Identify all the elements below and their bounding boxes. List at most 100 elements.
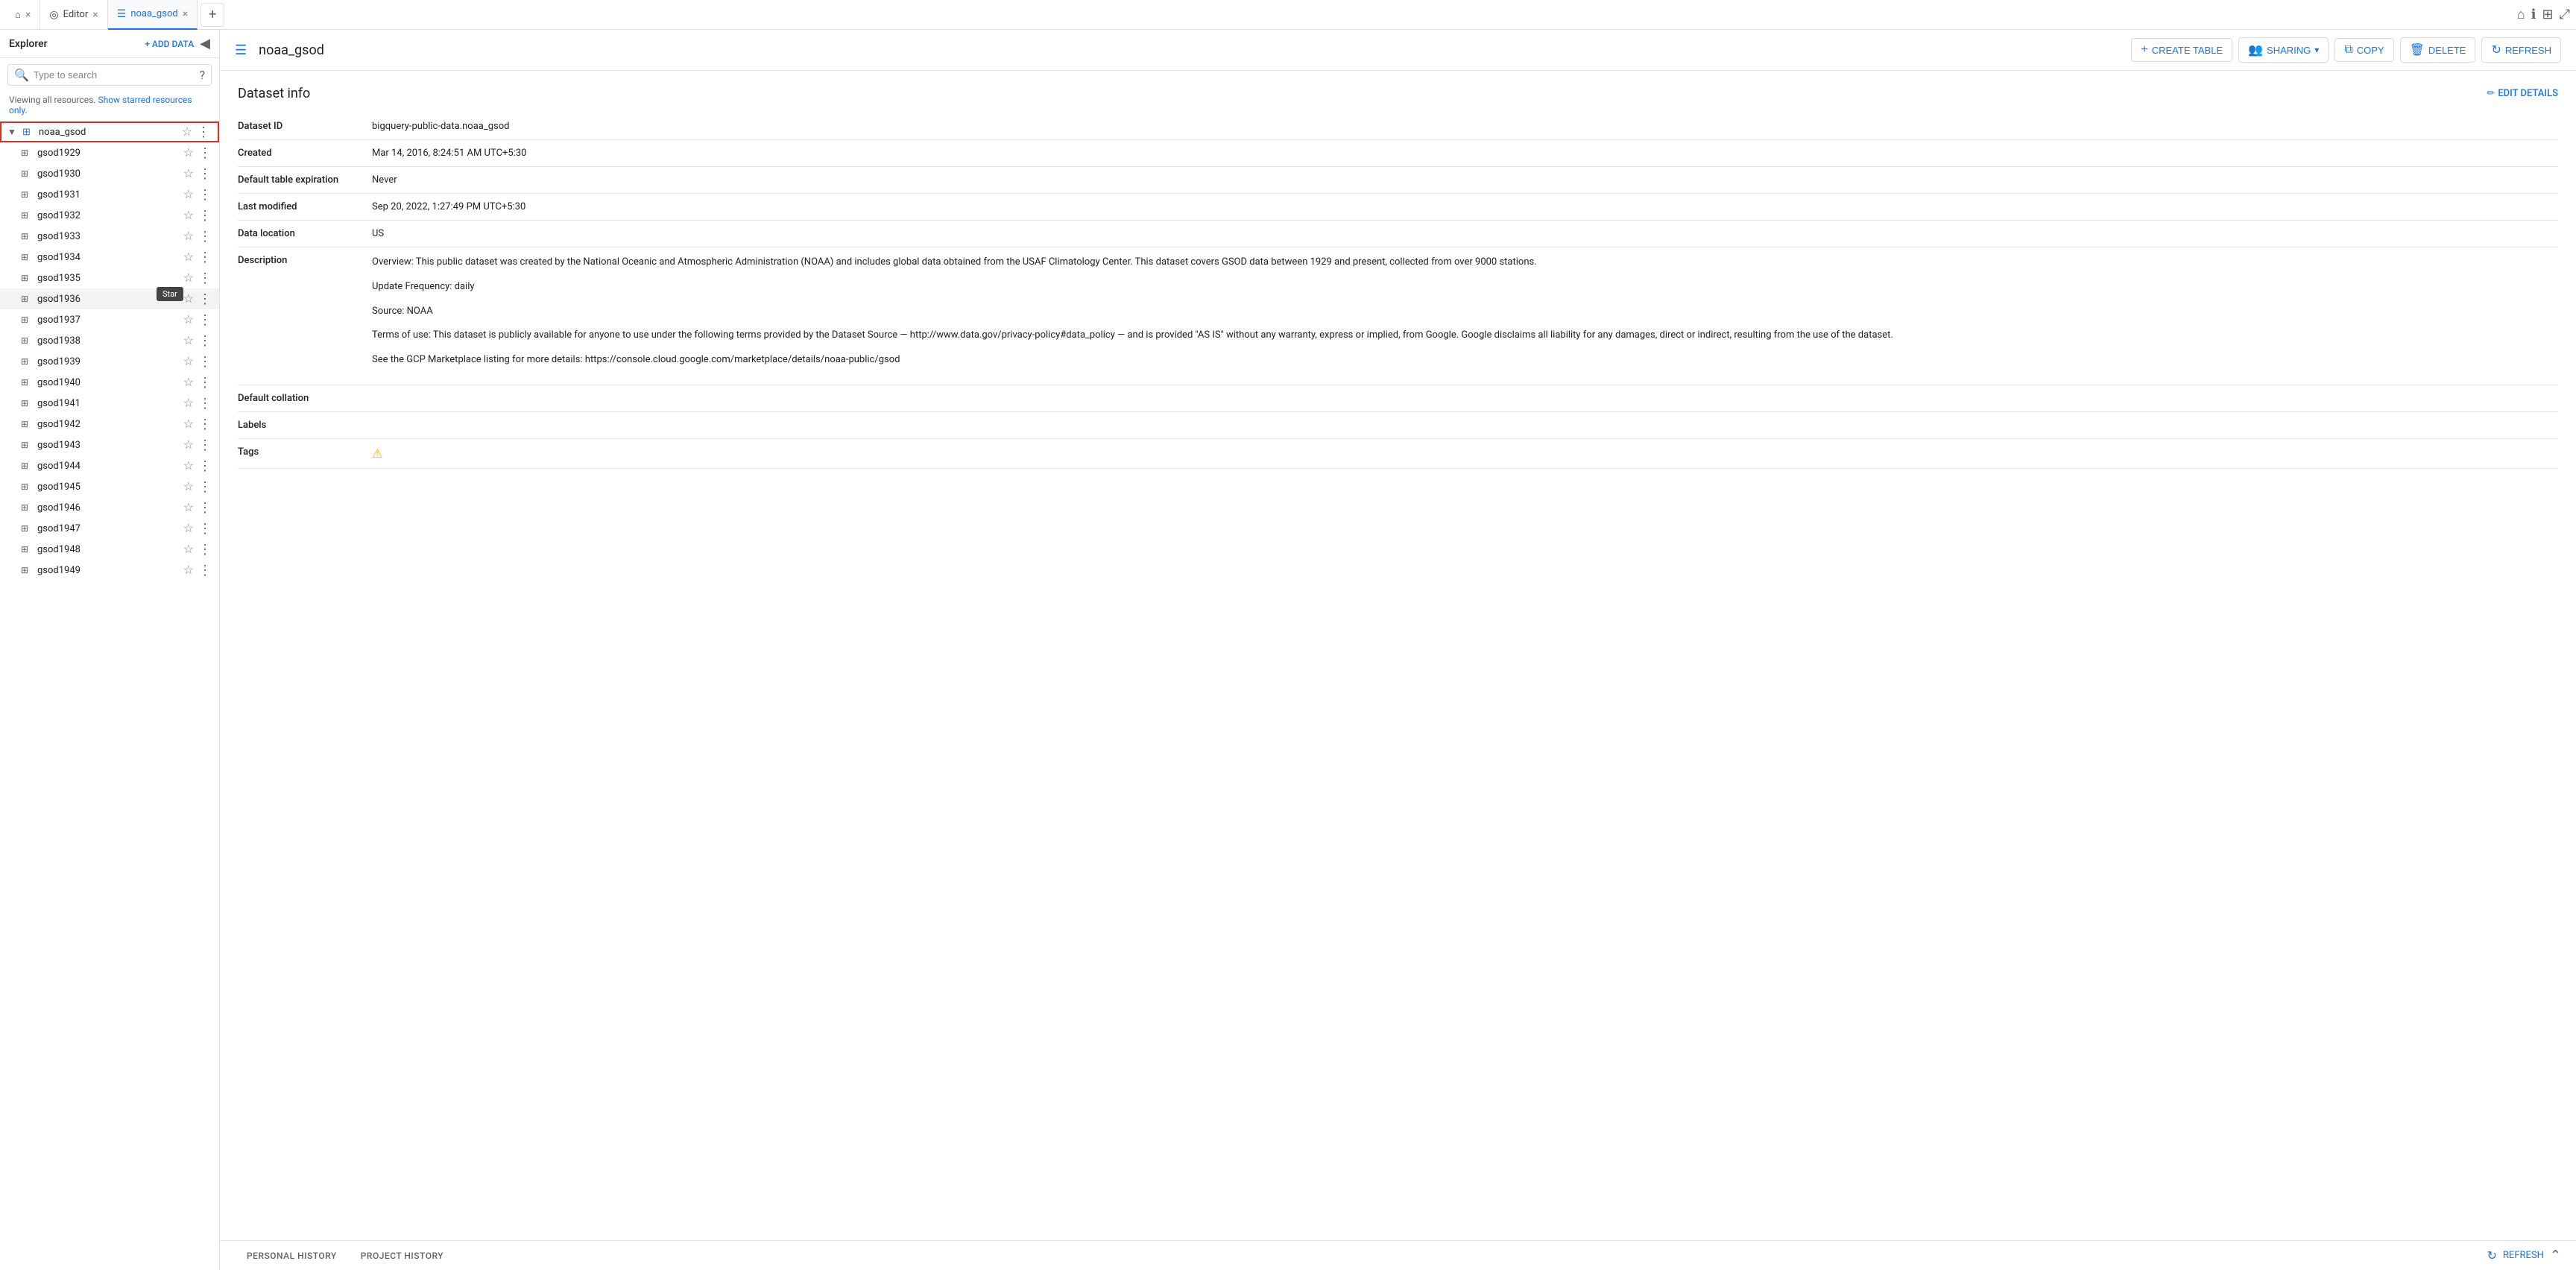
table-item-gsod1942[interactable]: ⊞ gsod1942 ☆ ⋮ — [0, 414, 219, 435]
dataset-item-noaa-gsod[interactable]: ▼ ⊞ noaa_gsod ☆ ⋮ — [0, 121, 219, 142]
table-item-gsod1935[interactable]: ⊞ gsod1935 ☆ ⋮ — [0, 268, 219, 288]
table-more-button[interactable]: ⋮ — [197, 417, 213, 432]
edit-details-button[interactable]: ✏ EDIT DETAILS — [2487, 88, 2558, 99]
table-more-button[interactable]: ⋮ — [197, 500, 213, 516]
table-star-button[interactable]: ☆ — [182, 353, 195, 370]
table-star-button[interactable]: ☆ — [182, 144, 195, 162]
create-table-label: CREATE TABLE — [2152, 45, 2223, 56]
table-item-gsod1929[interactable]: ⊞ gsod1929 ☆ ⋮ — [0, 142, 219, 163]
table-icon: ⊞ — [21, 523, 34, 534]
table-star-button[interactable]: ☆ — [182, 373, 195, 391]
table-item-gsod1932[interactable]: ⊞ gsod1932 ☆ ⋮ — [0, 205, 219, 226]
home-nav-icon[interactable]: ⌂ — [2517, 7, 2525, 22]
table-star-button[interactable]: ☆ — [182, 415, 195, 433]
table-star-button[interactable]: ☆ — [182, 248, 195, 266]
table-star-button[interactable]: ☆ — [182, 206, 195, 224]
table-item-gsod1934[interactable]: ⊞ gsod1934 ☆ ⋮ — [0, 247, 219, 268]
table-more-button[interactable]: ⋮ — [197, 437, 213, 453]
star-tooltip: Star — [157, 287, 183, 301]
table-item-gsod1936[interactable]: ⊞ gsod1936 ☆ ⋮ Star — [0, 288, 219, 309]
data-location-value: US — [372, 221, 2558, 247]
table-more-button[interactable]: ⋮ — [197, 271, 213, 286]
table-item-gsod1938[interactable]: ⊞ gsod1938 ☆ ⋮ — [0, 330, 219, 351]
table-item-gsod1944[interactable]: ⊞ gsod1944 ☆ ⋮ — [0, 455, 219, 476]
table-more-button[interactable]: ⋮ — [197, 333, 213, 349]
table-more-button[interactable]: ⋮ — [197, 250, 213, 265]
table-more-button[interactable]: ⋮ — [197, 354, 213, 370]
personal-history-tab[interactable]: PERSONAL HISTORY — [235, 1251, 349, 1261]
table-actions: ☆ ⋮ — [182, 248, 213, 266]
table-more-button[interactable]: ⋮ — [197, 208, 213, 224]
table-star-button[interactable]: ☆ — [182, 436, 195, 454]
chevron-down-icon: ▾ — [2314, 45, 2319, 55]
table-item-gsod1947[interactable]: ⊞ gsod1947 ☆ ⋮ — [0, 518, 219, 539]
home-tab[interactable]: ⌂ × — [6, 0, 40, 30]
noaa-gsod-tab[interactable]: ☰ noaa_gsod × — [108, 0, 198, 30]
help-icon[interactable]: ? — [199, 68, 205, 82]
table-star-button[interactable]: ☆ — [182, 394, 195, 412]
info-icon[interactable]: ℹ — [2531, 7, 2536, 22]
table-star-button[interactable]: ☆ — [182, 519, 195, 537]
table-more-button[interactable]: ⋮ — [197, 396, 213, 411]
table-item-gsod1937[interactable]: ⊞ gsod1937 ☆ ⋮ — [0, 309, 219, 330]
table-more-button[interactable]: ⋮ — [197, 187, 213, 203]
table-more-button[interactable]: ⋮ — [197, 542, 213, 557]
dataset-star-button[interactable]: ☆ — [180, 123, 194, 141]
home-tab-close[interactable]: × — [25, 9, 31, 21]
table-more-button[interactable]: ⋮ — [197, 479, 213, 495]
tags-value: ⚠ — [372, 438, 2558, 468]
table-icon: ⊞ — [21, 419, 34, 429]
table-more-button[interactable]: ⋮ — [197, 521, 213, 537]
table-item-gsod1943[interactable]: ⊞ gsod1943 ☆ ⋮ — [0, 435, 219, 455]
dataset-more-button[interactable]: ⋮ — [195, 124, 212, 140]
table-item-gsod1940[interactable]: ⊞ gsod1940 ☆ ⋮ — [0, 372, 219, 393]
editor-tab-close[interactable]: × — [92, 9, 98, 21]
table-more-button[interactable]: ⋮ — [197, 166, 213, 182]
table-more-button[interactable]: ⋮ — [197, 563, 213, 578]
editor-tab[interactable]: ◎ Editor × — [40, 0, 107, 30]
project-history-tab[interactable]: PROJECT HISTORY — [349, 1251, 455, 1261]
sharing-button[interactable]: 👥 SHARING ▾ — [2238, 37, 2329, 63]
table-more-button[interactable]: ⋮ — [197, 312, 213, 328]
bottom-refresh-label[interactable]: REFRESH — [2503, 1250, 2544, 1261]
add-data-button[interactable]: + ADD DATA — [145, 39, 194, 49]
table-icon: ⊞ — [21, 440, 34, 450]
table-star-button[interactable]: ☆ — [182, 186, 195, 203]
add-tab-button[interactable]: + — [201, 3, 224, 27]
table-star-button[interactable]: ☆ — [182, 165, 195, 183]
grid-icon[interactable]: ⊞ — [2542, 7, 2554, 22]
table-item-gsod1948[interactable]: ⊞ gsod1948 ☆ ⋮ — [0, 539, 219, 560]
collapse-bottom-button[interactable]: ⌃ — [2550, 1248, 2561, 1263]
refresh-button[interactable]: ↻ REFRESH — [2481, 37, 2561, 63]
table-more-button[interactable]: ⋮ — [197, 291, 213, 307]
search-input[interactable] — [34, 69, 195, 80]
table-star-button[interactable]: ☆ — [182, 478, 195, 496]
copy-button[interactable]: ⧉ COPY — [2334, 38, 2393, 62]
table-item-gsod1949[interactable]: ⊞ gsod1949 ☆ ⋮ — [0, 560, 219, 581]
table-star-button[interactable]: ☆ — [182, 311, 195, 329]
table-star-button[interactable]: ☆ — [182, 227, 195, 245]
noaa-gsod-tab-close[interactable]: × — [183, 8, 188, 20]
expand-icon[interactable]: ⤢ — [2560, 7, 2570, 22]
table-item-gsod1931[interactable]: ⊞ gsod1931 ☆ ⋮ — [0, 184, 219, 205]
table-more-button[interactable]: ⋮ — [197, 458, 213, 474]
table-star-button[interactable]: ☆ — [182, 269, 195, 287]
table-item-gsod1939[interactable]: ⊞ gsod1939 ☆ ⋮ — [0, 351, 219, 372]
delete-button[interactable]: 🗑 DELETE — [2400, 37, 2476, 63]
table-more-button[interactable]: ⋮ — [197, 375, 213, 391]
sidebar-collapse-button[interactable]: ◀ — [200, 36, 210, 51]
table-item-gsod1933[interactable]: ⊞ gsod1933 ☆ ⋮ — [0, 226, 219, 247]
create-table-button[interactable]: + CREATE TABLE — [2131, 38, 2232, 62]
table-star-button[interactable]: ☆ — [182, 332, 195, 350]
table-star-button[interactable]: ☆ — [182, 540, 195, 558]
table-star-button[interactable]: ☆ — [182, 457, 195, 475]
table-star-button[interactable]: ☆ — [182, 290, 195, 308]
table-star-button[interactable]: ☆ — [182, 499, 195, 516]
table-item-gsod1945[interactable]: ⊞ gsod1945 ☆ ⋮ — [0, 476, 219, 497]
table-item-gsod1946[interactable]: ⊞ gsod1946 ☆ ⋮ — [0, 497, 219, 518]
table-item-gsod1941[interactable]: ⊞ gsod1941 ☆ ⋮ — [0, 393, 219, 414]
table-star-button[interactable]: ☆ — [182, 561, 195, 579]
table-item-gsod1930[interactable]: ⊞ gsod1930 ☆ ⋮ — [0, 163, 219, 184]
table-more-button[interactable]: ⋮ — [197, 229, 213, 244]
table-more-button[interactable]: ⋮ — [197, 145, 213, 161]
